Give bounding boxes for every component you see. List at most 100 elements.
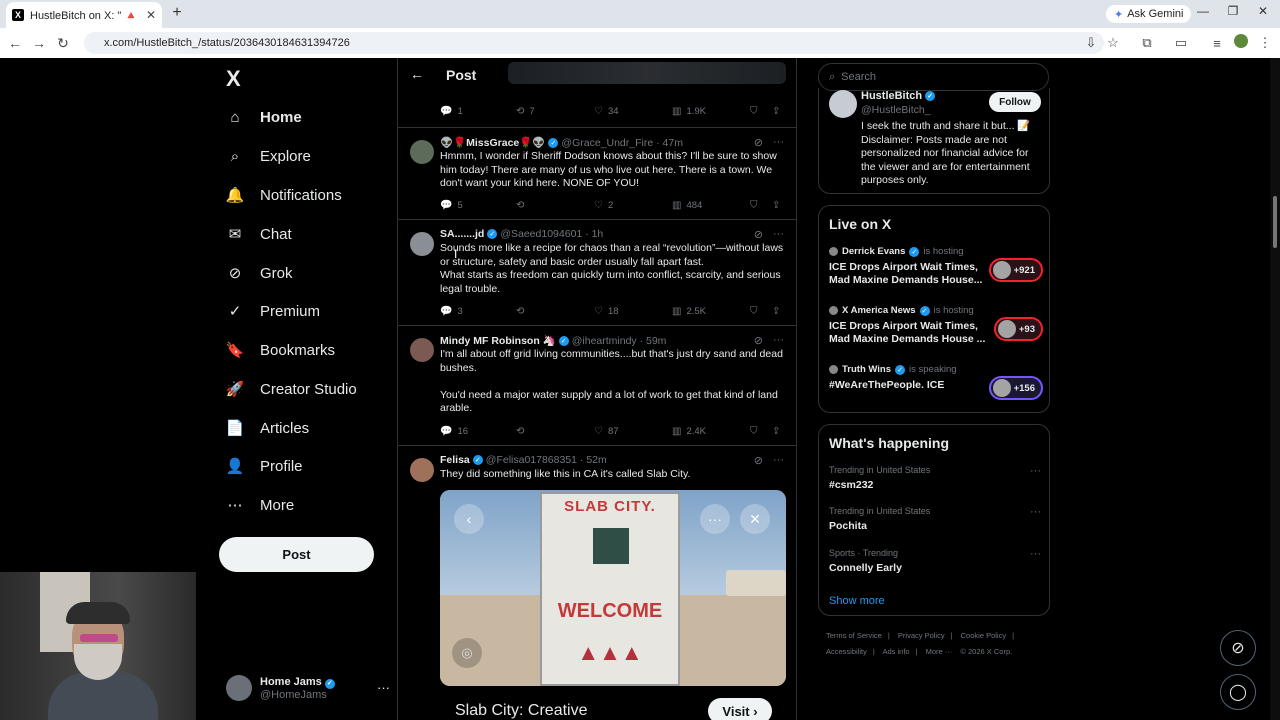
media-prev-icon[interactable]: ‹ — [454, 504, 484, 534]
footer-link[interactable]: Ads info — [882, 647, 909, 656]
avatar[interactable] — [829, 90, 857, 118]
media-more-icon[interactable]: ··· — [700, 504, 730, 534]
visit-button[interactable]: Visit › — [708, 698, 772, 720]
grok-icon[interactable]: ⊘ — [754, 228, 763, 241]
nav-articles[interactable]: 📄 Articles — [226, 416, 310, 440]
search-input[interactable]: ⌕ Search — [818, 63, 1049, 91]
avatar[interactable] — [410, 458, 434, 482]
live-item[interactable]: Derrick Evans ✓ is hosting ICE Drops Airpo… — [829, 246, 1043, 287]
reload-icon[interactable]: ↻ — [54, 34, 72, 52]
nav-bookmarks[interactable]: 🔖 Bookmarks — [226, 338, 335, 362]
link-card[interactable]: Slab City: Creative Visit › — [440, 686, 786, 720]
ask-gemini-button[interactable]: ✦ Ask Gemini — [1106, 5, 1192, 23]
browser-menu-icon[interactable]: ⋮ — [1256, 34, 1274, 52]
browser-tab[interactable]: X HustleBitch on X: " 🔺 "NO LAW ✕ — [6, 2, 162, 28]
follow-button[interactable]: Follow — [989, 92, 1041, 112]
trend-item[interactable]: Trending in United States #csm232 ··· — [829, 465, 1043, 491]
nav-chat[interactable]: ✉ Chat — [226, 222, 292, 246]
author-name[interactable]: Mindy MF Robinson 🦄 — [440, 334, 556, 347]
share-button[interactable]: ⇪ — [772, 306, 780, 317]
repost-button[interactable]: ⟲ — [516, 426, 594, 437]
bookmark-button[interactable]: ⛉ — [750, 426, 772, 437]
reply-post[interactable]: SA.......jd ✓ @Saeed1094601 · 1h ⊘ ··· So… — [398, 220, 796, 326]
reading-list-icon[interactable]: ≡ — [1208, 34, 1226, 52]
media-icon[interactable]: ▭ — [1172, 34, 1190, 52]
more-icon[interactable]: ··· — [773, 136, 784, 149]
reply-button[interactable]: 💬 3 — [440, 306, 516, 317]
views-button[interactable]: ▥ 484 — [672, 200, 750, 211]
page-scrollbar[interactable] — [1270, 58, 1280, 720]
more-icon[interactable]: ··· — [1030, 506, 1041, 518]
nav-creator-studio[interactable]: 🚀 Creator Studio — [226, 377, 357, 401]
trend-item[interactable]: Trending in United States Pochita ··· — [829, 506, 1043, 532]
grok-icon[interactable]: ⊘ — [754, 454, 763, 467]
repost-button[interactable]: ⟲ — [516, 306, 594, 317]
nav-profile[interactable]: 👤 Profile — [226, 454, 303, 478]
grok-fab-icon[interactable]: ⊘ — [1220, 630, 1256, 666]
back-arrow-icon[interactable]: ← — [6, 34, 24, 52]
views-button[interactable]: ▥ 2.4K — [672, 426, 750, 437]
like-button[interactable]: ♡ 2 — [594, 200, 672, 211]
trend-item[interactable]: Sports · Trending Connelly Early ··· — [829, 548, 1043, 574]
repost-button[interactable]: ⟲ — [516, 200, 594, 211]
reply-button[interactable]: 💬 16 — [440, 426, 516, 437]
author-handle[interactable]: @Saeed1094601 · 1h — [500, 228, 603, 240]
author-handle[interactable]: @Grace_Undr_Fire · 47m — [561, 137, 683, 149]
reply-post[interactable]: 👽🌹MissGrace🌹👽 ✓ @Grace_Undr_Fire · 47m ⊘… — [398, 128, 796, 220]
footer-link[interactable]: Privacy Policy — [898, 631, 945, 640]
author-handle[interactable]: @iheartmindy · 59m — [572, 335, 667, 347]
scrollbar-thumb[interactable] — [1273, 196, 1277, 248]
nav-notifications[interactable]: 🔔 Notifications — [226, 183, 342, 207]
avatar[interactable] — [410, 232, 434, 256]
share-button[interactable]: ⇪ — [772, 106, 780, 117]
views-button[interactable]: ▥ 1.9K — [672, 106, 750, 117]
grok-icon[interactable]: ⊘ — [754, 334, 763, 347]
browser-profile-avatar[interactable] — [1234, 34, 1248, 48]
footer-link[interactable]: Terms of Service — [826, 631, 882, 640]
author-name[interactable]: SA.......jd — [440, 228, 484, 240]
address-bar[interactable]: x.com/HustleBitch_/status/20364301846313… — [84, 32, 1104, 54]
views-button[interactable]: ▥ 2.5K — [672, 306, 750, 317]
nav-explore[interactable]: ⌕ Explore — [226, 144, 311, 168]
like-button[interactable]: ♡ 34 — [594, 106, 672, 117]
profile-handle[interactable]: @HustleBitch_ — [861, 104, 931, 116]
reply-button[interactable]: 💬 1 — [440, 106, 516, 117]
avatar[interactable] — [410, 140, 434, 164]
messages-fab-icon[interactable]: ◯ — [1220, 674, 1256, 710]
bookmark-button[interactable]: ⛉ — [750, 106, 772, 117]
bookmark-button[interactable]: ⛉ — [750, 306, 772, 317]
account-menu-icon[interactable]: ··· — [377, 680, 390, 695]
post-media-image[interactable]: SLAB CITY. WELCOME ▲▲▲ ‹ ··· ✕ ◎ — [440, 490, 786, 686]
show-more-link[interactable]: Show more — [829, 595, 885, 607]
live-item[interactable]: Truth Wins ✓ is speaking #WeAreThePeople. … — [829, 364, 1043, 400]
post-button[interactable]: Post — [219, 537, 374, 572]
footer-link[interactable]: Cookie Policy — [961, 631, 1006, 640]
media-close-icon[interactable]: ✕ — [740, 504, 770, 534]
footer-link[interactable]: Accessibility — [826, 647, 867, 656]
more-icon[interactable]: ··· — [773, 454, 784, 467]
forward-arrow-icon[interactable]: → — [30, 34, 48, 52]
reply-post[interactable]: 💬 1 ⟲ 7 ♡ 34 ▥ 1.9K ⛉ ⇪ — [398, 92, 796, 128]
share-button[interactable]: ⇪ — [772, 200, 780, 211]
back-arrow-icon[interactable]: ← — [410, 66, 424, 82]
install-app-icon[interactable]: ⇩ — [1082, 34, 1100, 52]
nav-premium[interactable]: ✓ Premium — [226, 299, 320, 323]
author-name[interactable]: Felisa — [440, 454, 470, 466]
tab-close-icon[interactable]: ✕ — [146, 8, 156, 22]
reply-button[interactable]: 💬 5 — [440, 200, 516, 211]
footer-link[interactable]: More ··· — [926, 647, 953, 656]
reply-post[interactable]: Mindy MF Robinson 🦄 ✓ @iheartmindy · 59m… — [398, 326, 796, 446]
repost-button[interactable]: ⟲ 7 — [516, 106, 594, 117]
new-tab-button[interactable]: + — [168, 4, 186, 22]
account-switcher[interactable]: Home Jams ✓ @HomeJams ··· — [226, 670, 396, 706]
grok-icon[interactable]: ⊘ — [754, 136, 763, 149]
like-button[interactable]: ♡ 18 — [594, 306, 672, 317]
more-icon[interactable]: ··· — [773, 334, 784, 347]
nav-grok[interactable]: ⊘ Grok — [226, 261, 293, 285]
close-window-button[interactable]: ✕ — [1254, 4, 1272, 18]
maximize-button[interactable]: ❐ — [1224, 4, 1242, 18]
bookmark-star-icon[interactable]: ☆ — [1104, 34, 1122, 52]
bookmark-button[interactable]: ⛉ — [750, 200, 772, 211]
minimize-button[interactable]: — — [1194, 4, 1212, 18]
live-item[interactable]: X America News ✓ is hosting ICE Drops Airp… — [829, 305, 1043, 346]
